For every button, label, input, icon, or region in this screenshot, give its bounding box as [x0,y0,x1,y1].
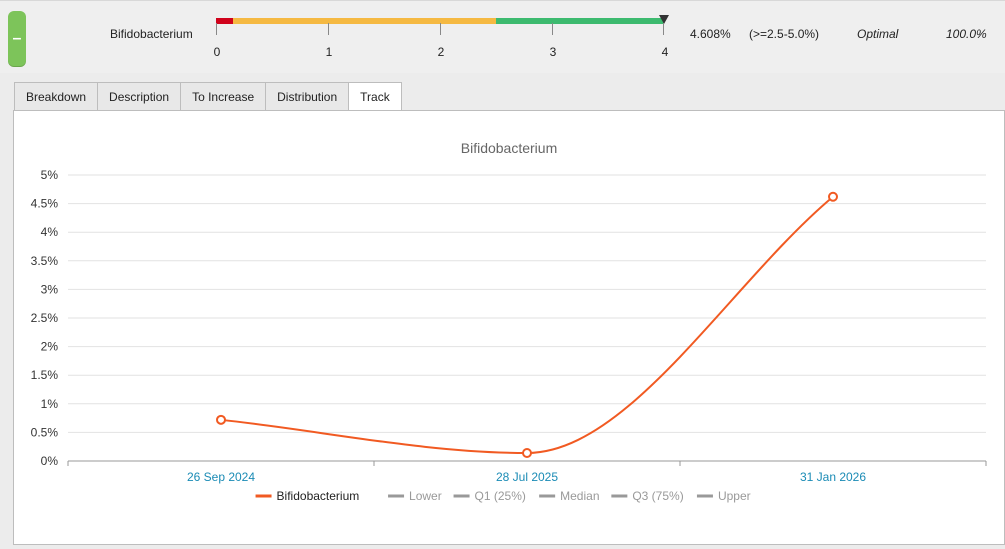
y-tick-label: 4% [41,225,59,239]
y-tick-label: 2.5% [31,311,59,325]
gauge-tick [552,23,553,35]
y-tick-label: 3.5% [31,254,59,268]
percentile-text: 100.0% [946,27,987,41]
legend-label: Lower [409,489,442,503]
tab-bar: Breakdown Description To Increase Distribut… [14,82,402,112]
chart-title: Bifidobacterium [461,140,558,156]
legend-label: Q3 (75%) [632,489,683,503]
y-tick-label: 1.5% [31,368,59,382]
organism-range: (>=2.5-5.0%) [749,27,820,41]
y-tick-label: 2% [41,340,59,354]
track-chart: Bifidobacterium 0% 0.5% 1% 1.5% 2% 2.5% 3% 3.5%… [31,140,987,503]
collapse-toggle-button[interactable]: – [8,11,26,67]
gauge-tick-label: 2 [437,45,445,59]
gauge-tick [216,23,217,35]
tab-breakdown[interactable]: Breakdown [14,82,99,111]
y-tick-label: 5% [41,168,59,182]
gauge-tick-label: 4 [661,45,669,59]
y-tick-label: 1% [41,397,59,411]
tab-to-increase[interactable]: To Increase [180,82,267,111]
track-panel: Bifidobacterium 0% 0.5% 1% 1.5% 2% 2.5% 3% 3.5%… [13,110,1005,545]
gauge-tick [663,23,664,35]
legend-item[interactable]: Median [539,489,600,503]
x-tick-label: 26 Sep 2024 [187,470,255,484]
tab-distribution[interactable]: Distribution [265,82,350,111]
organism-name: Bifidobacterium [110,27,193,41]
x-tick-label: 28 Jul 2025 [496,470,558,484]
legend-label: Bifidobacterium [277,489,360,503]
legend-item[interactable]: Upper [696,489,751,503]
legend-label: Q1 (25%) [475,489,526,503]
data-point[interactable] [216,414,226,425]
status-text: Optimal [857,27,899,41]
series-line [220,195,834,454]
gauge-axis: 0 1 2 3 4 [214,19,668,59]
data-point[interactable] [522,447,532,458]
gauge-tick [440,23,441,35]
gauge-tick-label: 1 [325,45,333,59]
organism-value: 4.608% [690,27,731,41]
tab-description[interactable]: Description [97,82,182,111]
legend-item[interactable]: Q1 (25%) [453,489,526,503]
gauge-tick-label: 0 [213,45,221,59]
legend-item[interactable]: Q3 (75%) [611,489,684,503]
tab-track[interactable]: Track [348,82,402,112]
gauge-tick-label: 3 [549,45,557,59]
y-tick-label: 0.5% [31,425,59,439]
y-tick-label: 0% [41,454,59,468]
legend-label: Upper [718,489,751,503]
legend-label: Median [560,489,599,503]
data-point[interactable] [828,191,838,202]
organism-row: – Bifidobacterium 0 1 2 3 4 4.608% (>=2.5-5.… [0,0,1005,73]
x-tick-label: 31 Jan 2026 [800,470,866,484]
y-tick-label: 4.5% [31,197,59,211]
legend-item[interactable]: Bifidobacterium [255,489,360,503]
legend-item[interactable]: Lower [388,489,442,503]
gauge-tick [328,23,329,35]
y-tick-label: 3% [41,282,59,296]
